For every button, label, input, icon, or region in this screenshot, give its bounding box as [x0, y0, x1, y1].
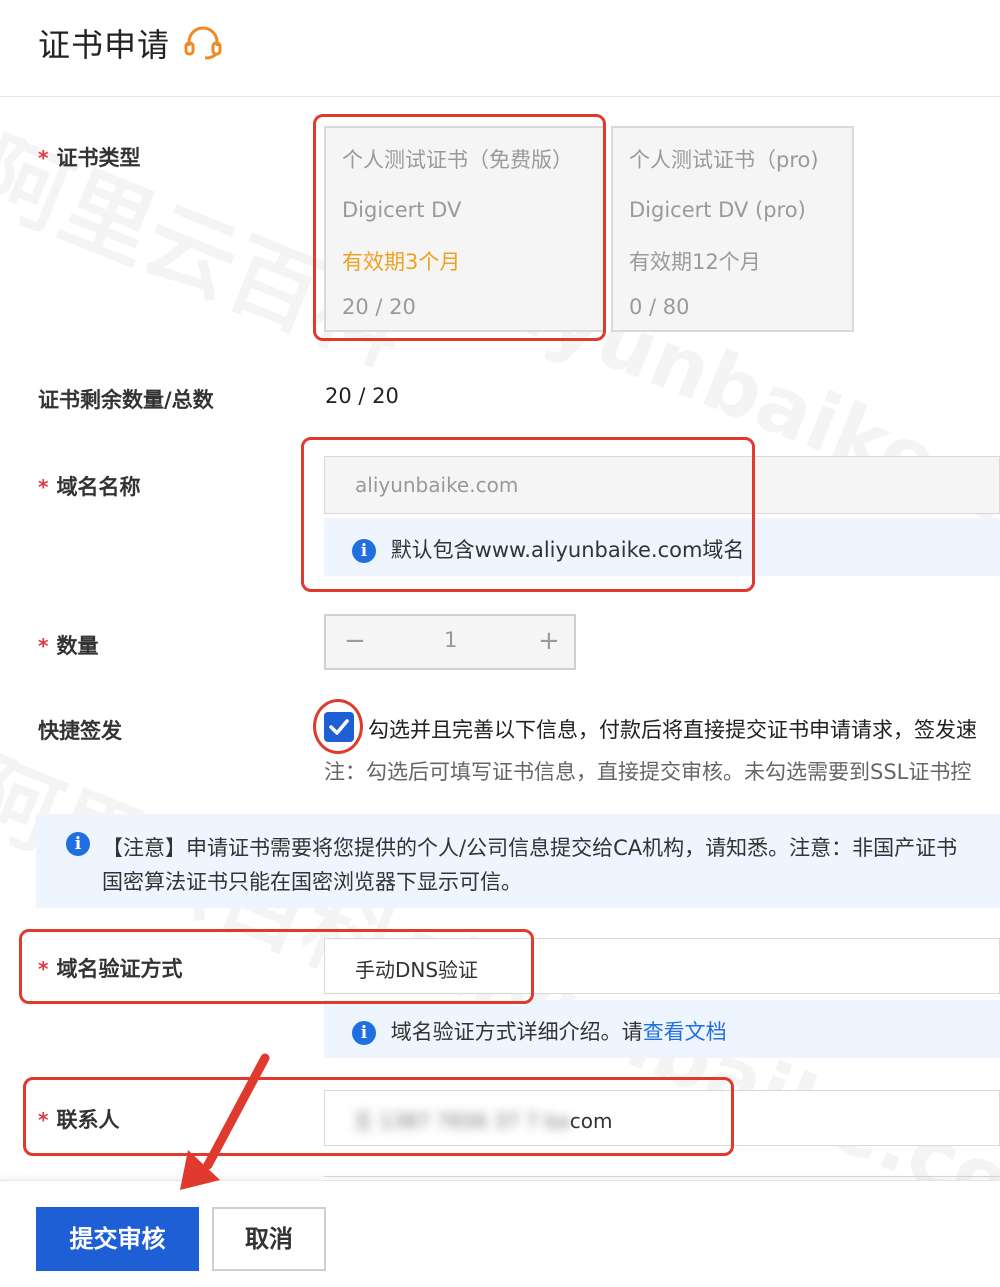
- quick-issue-note: 注：勾选后可填写证书信息，直接提交审核。未勾选需要到SSL证书控: [324, 760, 972, 784]
- quick-issue-text: 勾选并且完善以下信息，付款后将直接提交证书申请请求，签发速: [368, 718, 977, 742]
- contact-select[interactable]: 王 1387 7656 37 7 bacom: [324, 1090, 1000, 1146]
- contact-label: * 联系人: [38, 1108, 120, 1132]
- verify-hint-text: 域名验证方式详细介绍。请: [390, 1020, 643, 1044]
- contact-suffix: com: [569, 1109, 613, 1133]
- domain-label: * 域名名称: [38, 475, 141, 499]
- cert-option-brand: Digicert DV: [342, 198, 462, 222]
- domain-hint: i 默认包含www.aliyunbaike.com域名: [324, 518, 1000, 576]
- headset-icon[interactable]: [183, 26, 223, 60]
- cert-option-pro[interactable]: 个人测试证书（pro) Digicert DV (pro) 有效期12个月 0 …: [611, 126, 854, 332]
- minus-button[interactable]: −: [344, 626, 366, 656]
- page-title: 证书申请: [38, 26, 171, 64]
- header-divider: [0, 96, 1000, 97]
- remain-value: 20 / 20: [325, 384, 399, 408]
- cert-type-label: * 证书类型: [38, 146, 141, 170]
- cert-option-validity: 有效期3个月: [342, 250, 461, 274]
- cert-option-name: 个人测试证书（免费版）: [342, 148, 573, 172]
- quick-issue-label: 快捷签发: [38, 719, 122, 743]
- cert-option-name: 个人测试证书（pro): [629, 148, 819, 172]
- cert-option-validity: 有效期12个月: [629, 250, 761, 274]
- notice-line-1: 【注意】申请证书需要将您提供的个人/公司信息提交给CA机构，请知悉。注意：非国产…: [102, 836, 958, 860]
- cert-option-free[interactable]: 个人测试证书（免费版） Digicert DV 有效期3个月 20 / 20: [324, 126, 605, 332]
- verify-label: * 域名验证方式: [38, 957, 183, 981]
- notice-banner: i 【注意】申请证书需要将您提供的个人/公司信息提交给CA机构，请知悉。注意：非…: [36, 814, 1000, 908]
- plus-button[interactable]: +: [538, 626, 560, 656]
- required-mark: *: [38, 957, 49, 981]
- cert-option-brand: Digicert DV (pro): [629, 198, 806, 222]
- cert-option-usage: 20 / 20: [342, 295, 416, 319]
- quick-issue-checkbox[interactable]: [324, 712, 354, 742]
- verify-hint: i 域名验证方式详细介绍。请查看文档: [324, 1000, 1000, 1058]
- quantity-stepper[interactable]: − 1 +: [324, 614, 576, 670]
- required-mark: *: [38, 475, 49, 499]
- quantity-value: 1: [444, 628, 458, 652]
- red-arrow-icon: [180, 1053, 270, 1190]
- submit-button[interactable]: 提交审核: [36, 1207, 199, 1271]
- cancel-button[interactable]: 取消: [212, 1207, 326, 1271]
- info-icon: i: [352, 539, 376, 563]
- required-mark: *: [38, 634, 49, 658]
- quantity-label: * 数量: [38, 634, 99, 658]
- notice-line-2: 国密算法证书只能在国密浏览器下显示可信。: [102, 870, 522, 894]
- domain-hint-text: 默认包含www.aliyunbaike.com域名: [390, 538, 745, 562]
- required-mark: *: [38, 1108, 49, 1132]
- required-mark: *: [38, 146, 49, 170]
- verify-method-select[interactable]: 手动DNS验证: [324, 938, 1000, 994]
- info-icon: i: [66, 832, 90, 856]
- contact-blurred-value: 王 1387 7656 37 7 ba: [353, 1109, 570, 1133]
- remain-label: 证书剩余数量/总数: [38, 388, 214, 412]
- view-docs-link[interactable]: 查看文档: [643, 1020, 727, 1044]
- info-icon: i: [352, 1021, 376, 1045]
- check-icon: [329, 719, 349, 735]
- domain-input[interactable]: aliyunbaike.com: [324, 456, 1000, 514]
- cert-option-usage: 0 / 80: [629, 295, 690, 319]
